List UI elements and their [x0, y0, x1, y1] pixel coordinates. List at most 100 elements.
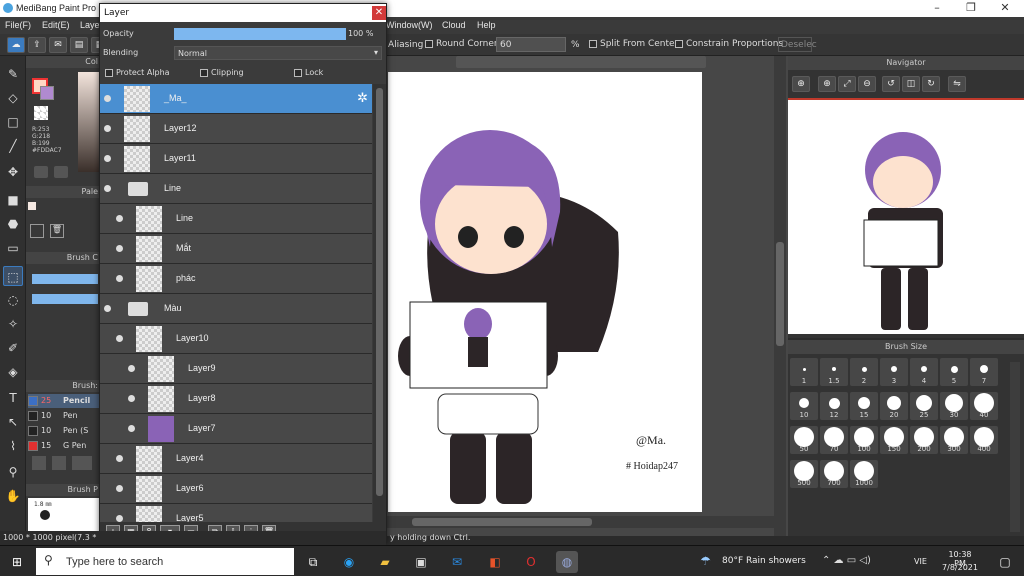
opacity-slider[interactable]	[174, 28, 346, 40]
move-tool-icon[interactable]: ✥	[3, 162, 23, 182]
layer-scroll-thumb[interactable]	[376, 88, 383, 496]
eye-icon[interactable]	[128, 425, 135, 432]
rotate-left-icon[interactable]: ↺	[882, 76, 900, 92]
tray-icons[interactable]: ⌃ ☁ ▭ ◁)	[822, 555, 871, 566]
top-scrollbar[interactable]	[456, 56, 706, 68]
menu-cloud[interactable]: Cloud	[442, 20, 466, 30]
rectangle-tool-icon[interactable]: □	[3, 112, 23, 132]
round-value-field[interactable]: 60	[496, 37, 566, 52]
menu-file[interactable]: File(F)	[5, 20, 31, 30]
cloud-icon[interactable]: ☁	[7, 37, 25, 53]
magic-wand-icon[interactable]: ✧	[3, 314, 23, 334]
share-icon[interactable]: ⇪	[28, 37, 46, 53]
hand-tool-icon[interactable]: ✋	[3, 486, 23, 506]
menu-window[interactable]: Window(W)	[386, 20, 433, 30]
layer-row[interactable]: Layer5	[100, 504, 372, 524]
office-icon[interactable]: ◧	[484, 551, 506, 573]
medibang-icon[interactable]: ◍	[556, 551, 578, 573]
eye-icon[interactable]	[128, 395, 135, 402]
brush-size-option[interactable]: 1000	[850, 460, 878, 488]
layer-row[interactable]: Layer11	[100, 144, 372, 174]
eye-icon[interactable]	[104, 125, 111, 132]
brush-copy-icon[interactable]	[52, 456, 66, 470]
layer-row[interactable]: Layer4	[100, 444, 372, 474]
lock-checkbox[interactable]: Lock	[294, 68, 323, 77]
layer-close-icon[interactable]: ✕	[372, 6, 386, 20]
brush-size-option[interactable]: 70	[820, 426, 848, 454]
brush-size-option[interactable]: 400	[970, 426, 998, 454]
layer-row[interactable]: Layer8	[100, 384, 372, 414]
brush-size-option[interactable]: 4	[910, 358, 938, 386]
bucket-tool-icon[interactable]: ⬣	[3, 214, 23, 234]
blending-select[interactable]: Normal ▾	[174, 46, 382, 60]
eye-icon[interactable]	[116, 485, 123, 492]
brush-size-option[interactable]: 30	[940, 392, 968, 420]
brush-size-option[interactable]: 15	[850, 392, 878, 420]
clock-date[interactable]: 7/8/2021	[942, 563, 978, 572]
eye-icon[interactable]	[116, 275, 123, 282]
brush-size-option[interactable]: 5	[940, 358, 968, 386]
brush-opacity-slider[interactable]	[32, 274, 98, 284]
lasso-tool-icon[interactable]: ◌	[3, 290, 23, 310]
color-square[interactable]	[78, 72, 100, 172]
windows-start-icon[interactable]: ⊞	[6, 551, 28, 573]
eye-icon[interactable]	[116, 245, 123, 252]
rotate-right-icon[interactable]: ↻	[922, 76, 940, 92]
layer-row[interactable]: Layer7	[100, 414, 372, 444]
brush-size-option[interactable]: 300	[940, 426, 968, 454]
menu-layer[interactable]: Laye	[80, 20, 100, 30]
actual-size-icon[interactable]: ◫	[902, 76, 920, 92]
brush-size-option[interactable]: 1	[790, 358, 818, 386]
brush-menu-icon[interactable]	[72, 456, 92, 470]
layer-row[interactable]: Line	[100, 204, 372, 234]
zoom-in-icon-2[interactable]: ⊕	[818, 76, 836, 92]
layer-row[interactable]: _Ma_ ✲	[100, 84, 372, 114]
menu-edit[interactable]: Edit(E)	[42, 20, 70, 30]
brush-tool-icon[interactable]: ✎	[3, 64, 23, 84]
divide-tool-icon[interactable]: ⌇	[3, 436, 23, 456]
select-eraser-icon[interactable]: ◈	[3, 362, 23, 382]
minimize-icon[interactable]: –	[920, 0, 954, 17]
brush-size-option[interactable]: 50	[790, 426, 818, 454]
canvas-horizontal-scrollbar[interactable]	[386, 516, 786, 528]
brush-size-option[interactable]: 1.5	[820, 358, 848, 386]
brush-add-icon[interactable]	[32, 456, 46, 470]
palette-swatch[interactable]	[28, 202, 36, 210]
layer-row[interactable]: phác	[100, 264, 372, 294]
brush-size-option[interactable]: 500	[790, 460, 818, 488]
drawing-canvas[interactable]: @Ma. # Hoidap247	[388, 72, 702, 512]
gear-icon[interactable]: ✲	[357, 91, 368, 106]
brush-size-option[interactable]: 150	[880, 426, 908, 454]
clipping-checkbox[interactable]: Clipping	[200, 68, 244, 77]
canvas-area[interactable]: @Ma. # Hoidap247	[386, 56, 788, 536]
brush-size-option[interactable]: 7	[970, 358, 998, 386]
select-pen-icon[interactable]: ✐	[3, 338, 23, 358]
eye-icon[interactable]	[104, 305, 111, 312]
eye-icon[interactable]	[104, 185, 111, 192]
eyedropper-icon[interactable]: ⚲	[3, 462, 23, 482]
brush-size-option[interactable]: 20	[880, 392, 908, 420]
layer-row[interactable]: Màu	[100, 294, 372, 324]
eye-icon[interactable]	[116, 215, 123, 222]
color-settings-icon[interactable]	[54, 166, 68, 178]
layer-row[interactable]: Layer12	[100, 114, 372, 144]
palette-delete-icon[interactable]: 🗑	[50, 224, 64, 238]
operation-tool-icon[interactable]: ↖	[3, 412, 23, 432]
brush-size-option[interactable]: 100	[850, 426, 878, 454]
canvas-hscroll-thumb[interactable]	[412, 518, 592, 526]
brush-size-option[interactable]: 40	[970, 392, 998, 420]
brush-size-option[interactable]: 25	[910, 392, 938, 420]
brush-size-slider[interactable]	[32, 294, 98, 304]
canvas-vertical-scrollbar[interactable]	[774, 56, 786, 536]
weather-text[interactable]: 80°F Rain showers	[722, 556, 806, 566]
layer-row[interactable]: Mắt	[100, 234, 372, 264]
constrain-checkbox[interactable]: Constrain Proportions	[675, 39, 783, 49]
brush-size-option[interactable]: 12	[820, 392, 848, 420]
opera-icon[interactable]: O	[520, 551, 542, 573]
taskbar-search[interactable]: ⚲ Type here to search	[36, 548, 294, 575]
brush-size-option[interactable]: 2	[850, 358, 878, 386]
zoom-in-icon[interactable]: ⊕	[792, 76, 810, 92]
close-icon[interactable]: ✕	[988, 0, 1022, 17]
navigator-preview[interactable]	[788, 98, 1024, 334]
fill-rect-tool-icon[interactable]: ■	[3, 190, 23, 210]
